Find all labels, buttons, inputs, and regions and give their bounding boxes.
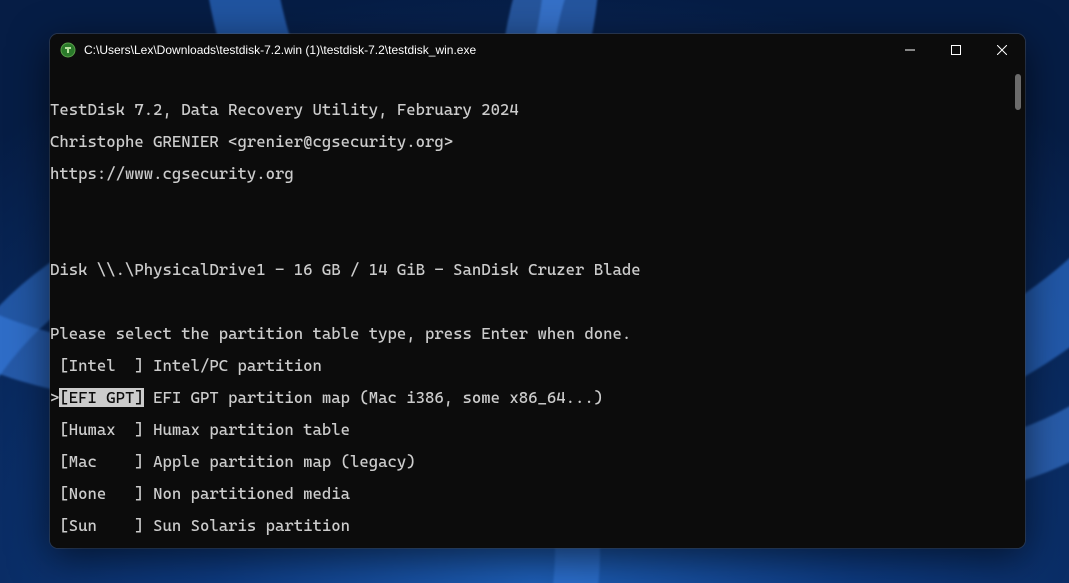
titlebar[interactable]: C:\Users\Lex\Downloads\testdisk-7.2.win … bbox=[50, 34, 1025, 66]
option-humax[interactable]: [Humax ] Humax partition table bbox=[50, 422, 1025, 438]
header-line-2: Christophe GRENIER <grenier@cgsecurity.o… bbox=[50, 134, 1025, 150]
selected-option: [EFI GPT] bbox=[59, 388, 143, 407]
minimize-button[interactable] bbox=[887, 34, 933, 66]
option-mac[interactable]: [Mac ] Apple partition map (legacy) bbox=[50, 454, 1025, 470]
terminal-content[interactable]: TestDisk 7.2, Data Recovery Utility, Feb… bbox=[50, 66, 1025, 548]
maximize-button[interactable] bbox=[933, 34, 979, 66]
disk-info: Disk \\.\PhysicalDrive1 - 16 GB / 14 GiB… bbox=[50, 262, 1025, 278]
header-line-3: https://www.cgsecurity.org bbox=[50, 166, 1025, 182]
terminal-window: C:\Users\Lex\Downloads\testdisk-7.2.win … bbox=[50, 34, 1025, 548]
close-button[interactable] bbox=[979, 34, 1025, 66]
option-sun[interactable]: [Sun ] Sun Solaris partition bbox=[50, 518, 1025, 534]
option-efi-gpt[interactable]: >[EFI GPT] EFI GPT partition map (Mac i3… bbox=[50, 390, 1025, 406]
prompt-line: Please select the partition table type, … bbox=[50, 326, 1025, 342]
option-none[interactable]: [None ] Non partitioned media bbox=[50, 486, 1025, 502]
header-line-1: TestDisk 7.2, Data Recovery Utility, Feb… bbox=[50, 102, 1025, 118]
window-controls bbox=[887, 34, 1025, 66]
scrollbar[interactable] bbox=[1015, 74, 1021, 110]
option-intel[interactable]: [Intel ] Intel/PC partition bbox=[50, 358, 1025, 374]
window-title: C:\Users\Lex\Downloads\testdisk-7.2.win … bbox=[84, 43, 887, 57]
app-icon bbox=[60, 42, 76, 58]
